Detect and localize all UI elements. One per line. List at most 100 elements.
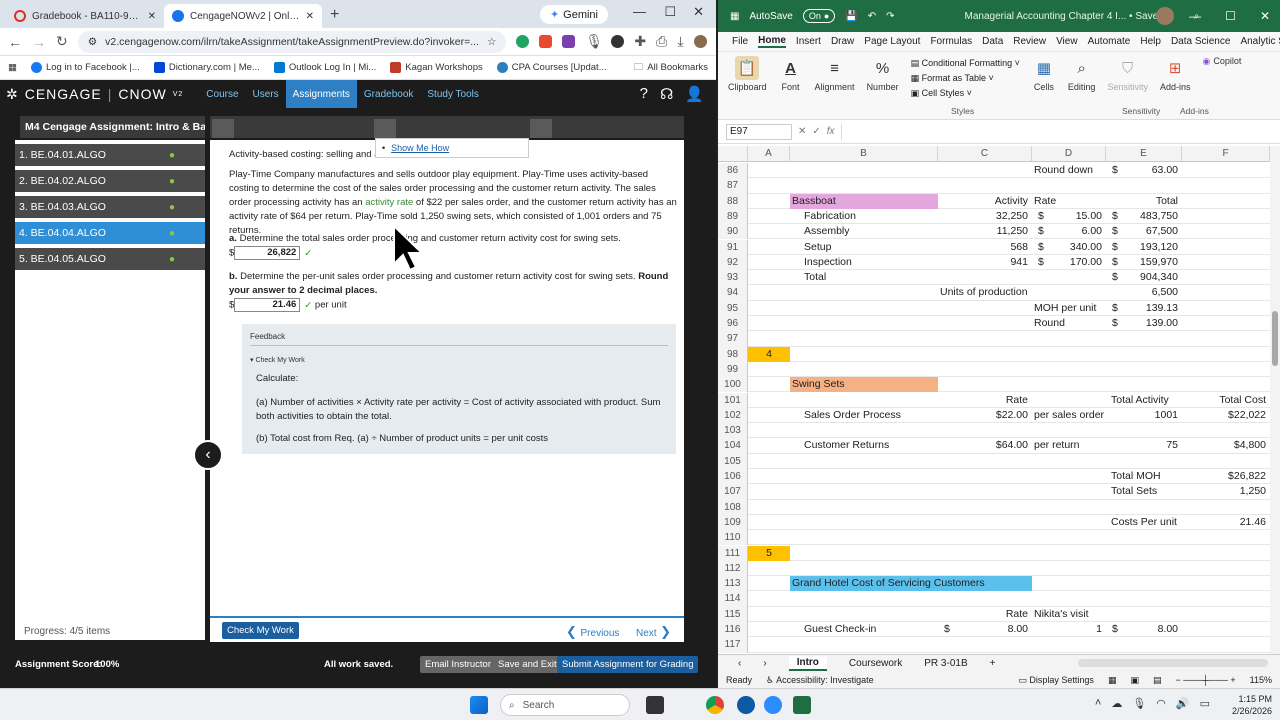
- menu-review[interactable]: Review: [1013, 36, 1046, 47]
- row-number[interactable]: 94: [718, 285, 748, 301]
- maximize-icon[interactable]: ☐: [664, 4, 676, 20]
- row-number[interactable]: 92: [718, 254, 748, 271]
- row-number[interactable]: 95: [718, 300, 748, 316]
- gemini-button[interactable]: ✦ Gemini: [539, 5, 608, 24]
- cell-a[interactable]: 5: [748, 545, 790, 561]
- question-item-active[interactable]: 4. BE.04.04.ALGO ●: [15, 222, 205, 244]
- cells-group[interactable]: ▦ Cells: [1032, 56, 1056, 119]
- cell-c[interactable]: Activity: [938, 194, 1032, 209]
- bookmark-star-icon[interactable]: ☆: [487, 36, 496, 48]
- save-and-exit-button[interactable]: Save and Exit: [493, 655, 562, 673]
- menu-data-science[interactable]: Data Science: [1171, 36, 1230, 47]
- cell-f[interactable]: $4,800: [1182, 438, 1270, 453]
- cell-e[interactable]: 6,500: [1106, 285, 1182, 300]
- cell-b[interactable]: Guest Check-in: [790, 622, 938, 637]
- user-avatar[interactable]: [1156, 7, 1174, 25]
- row-number[interactable]: 87: [718, 178, 748, 194]
- microphone-icon[interactable]: 🎙: [585, 33, 603, 50]
- next-button[interactable]: Next ❯: [636, 624, 671, 640]
- check-my-work-button[interactable]: Check My Work: [222, 622, 299, 639]
- name-box[interactable]: E97: [726, 123, 792, 140]
- cell-d[interactable]: MOH per unit: [1032, 301, 1106, 316]
- show-me-how-link[interactable]: Show Me How: [391, 143, 449, 153]
- cell-c[interactable]: $22.00: [938, 408, 1032, 423]
- scroll-left-icon[interactable]: ‹: [738, 658, 741, 669]
- normal-view-icon[interactable]: ▦: [1108, 675, 1117, 686]
- row-number[interactable]: 99: [718, 361, 748, 378]
- question-item[interactable]: 2. BE.04.02.ALGO ●: [15, 170, 205, 192]
- close-tab-icon[interactable]: ✕: [306, 11, 314, 22]
- fx-label[interactable]: fx: [827, 126, 835, 137]
- row-number[interactable]: 109: [718, 514, 748, 531]
- display-settings[interactable]: ▭ Display Settings: [1018, 675, 1094, 686]
- row-number[interactable]: 93: [718, 270, 748, 286]
- cell-b[interactable]: Sales Order Process: [790, 408, 938, 423]
- bookmark-dictionary[interactable]: Dictionary.com | Me...: [153, 62, 260, 73]
- autosave-toggle[interactable]: On ●: [802, 9, 836, 23]
- extension-icon[interactable]: [539, 35, 553, 48]
- menu-data[interactable]: Data: [982, 36, 1003, 47]
- cell-d[interactable]: Nikita's visit: [1032, 607, 1106, 622]
- menu-home[interactable]: Home: [758, 35, 786, 48]
- row-number[interactable]: 115: [718, 606, 748, 622]
- close-window-icon[interactable]: ✕: [693, 4, 704, 20]
- menu-view[interactable]: View: [1056, 36, 1078, 47]
- volume-icon[interactable]: 🔊: [1176, 697, 1190, 710]
- extension-icon[interactable]: [516, 35, 530, 48]
- scroll-thumb[interactable]: [1272, 311, 1278, 366]
- spreadsheet-grid[interactable]: A B C D E F 86 Round down 63.00 $87 88 Bassbo…: [718, 146, 1280, 654]
- row-number[interactable]: 88: [718, 193, 748, 209]
- scroll-right-icon[interactable]: ›: [763, 658, 766, 669]
- extension-icon[interactable]: [611, 35, 625, 48]
- formula-input[interactable]: [840, 123, 1280, 140]
- forward-icon[interactable]: →: [32, 34, 46, 50]
- menu-file[interactable]: File: [732, 36, 748, 47]
- row-number[interactable]: 96: [718, 316, 748, 332]
- extensions-puzzle-icon[interactable]: ✚: [634, 33, 646, 50]
- profile-avatar[interactable]: [693, 35, 707, 48]
- bookmark-outlook[interactable]: Outlook Log In | Mi...: [273, 62, 376, 73]
- column-header-b[interactable]: B: [790, 146, 938, 162]
- row-number[interactable]: 106: [718, 469, 748, 485]
- question-item[interactable]: 3. BE.04.03.ALGO ●: [15, 196, 205, 218]
- row-number[interactable]: 100: [718, 377, 748, 393]
- cell-b[interactable]: Swing Sets: [790, 377, 938, 393]
- cell-d[interactable]: Round down: [1032, 163, 1106, 178]
- column-header-a[interactable]: A: [748, 146, 790, 162]
- tab-slot[interactable]: [530, 119, 552, 138]
- submit-assignment-button[interactable]: Submit Assignment for Grading: [557, 655, 699, 673]
- taskbar-clock[interactable]: 1:15 PM 2/26/2026: [1232, 693, 1272, 717]
- battery-icon[interactable]: ▭: [1200, 697, 1210, 710]
- collapse-panel-button[interactable]: ‹: [193, 440, 223, 470]
- cell-styles-button[interactable]: ▣ Cell Styles ˅: [911, 88, 1020, 99]
- redo-icon[interactable]: ↷: [886, 11, 894, 22]
- row-number[interactable]: 98: [718, 346, 748, 362]
- edge-taskbar-icon[interactable]: [737, 696, 755, 714]
- cell-b[interactable]: Grand Hotel Cost of Servicing Customers: [790, 576, 1032, 592]
- cell-b[interactable]: Assembly: [790, 224, 938, 239]
- row-number[interactable]: 103: [718, 423, 748, 439]
- cell-c[interactable]: 941: [938, 255, 1032, 270]
- save-icon[interactable]: 💾: [845, 11, 857, 22]
- cancel-icon[interactable]: ✕: [798, 126, 806, 137]
- cell-f[interactable]: $22,022: [1182, 408, 1270, 423]
- reload-icon[interactable]: ↻: [56, 33, 68, 50]
- site-info-icon[interactable]: ⚙: [88, 36, 97, 48]
- font-group[interactable]: A Font: [779, 56, 803, 119]
- user-icon[interactable]: 👤: [685, 85, 704, 103]
- cell-e[interactable]: Total: [1106, 194, 1182, 209]
- cell-c[interactable]: $64.00: [938, 438, 1032, 453]
- cell-e[interactable]: Costs Per unit: [1106, 515, 1182, 530]
- cell-e[interactable]: Total Activity: [1106, 393, 1182, 408]
- row-number[interactable]: 113: [718, 576, 748, 592]
- clipboard-group[interactable]: 📋 Clipboard: [728, 56, 767, 119]
- row-number[interactable]: 86: [718, 163, 748, 179]
- cell-b[interactable]: Fabrication: [790, 209, 938, 224]
- editing-group[interactable]: ⌕ Editing: [1068, 56, 1096, 119]
- cell-c[interactable]: 11,250: [938, 224, 1032, 239]
- row-number[interactable]: 117: [718, 637, 748, 653]
- menu-analytic-solve[interactable]: Analytic Solve: [1240, 36, 1280, 47]
- excel-taskbar-icon[interactable]: [793, 696, 811, 714]
- cell-b[interactable]: Customer Returns: [790, 438, 938, 453]
- help-icon[interactable]: ?: [640, 85, 648, 103]
